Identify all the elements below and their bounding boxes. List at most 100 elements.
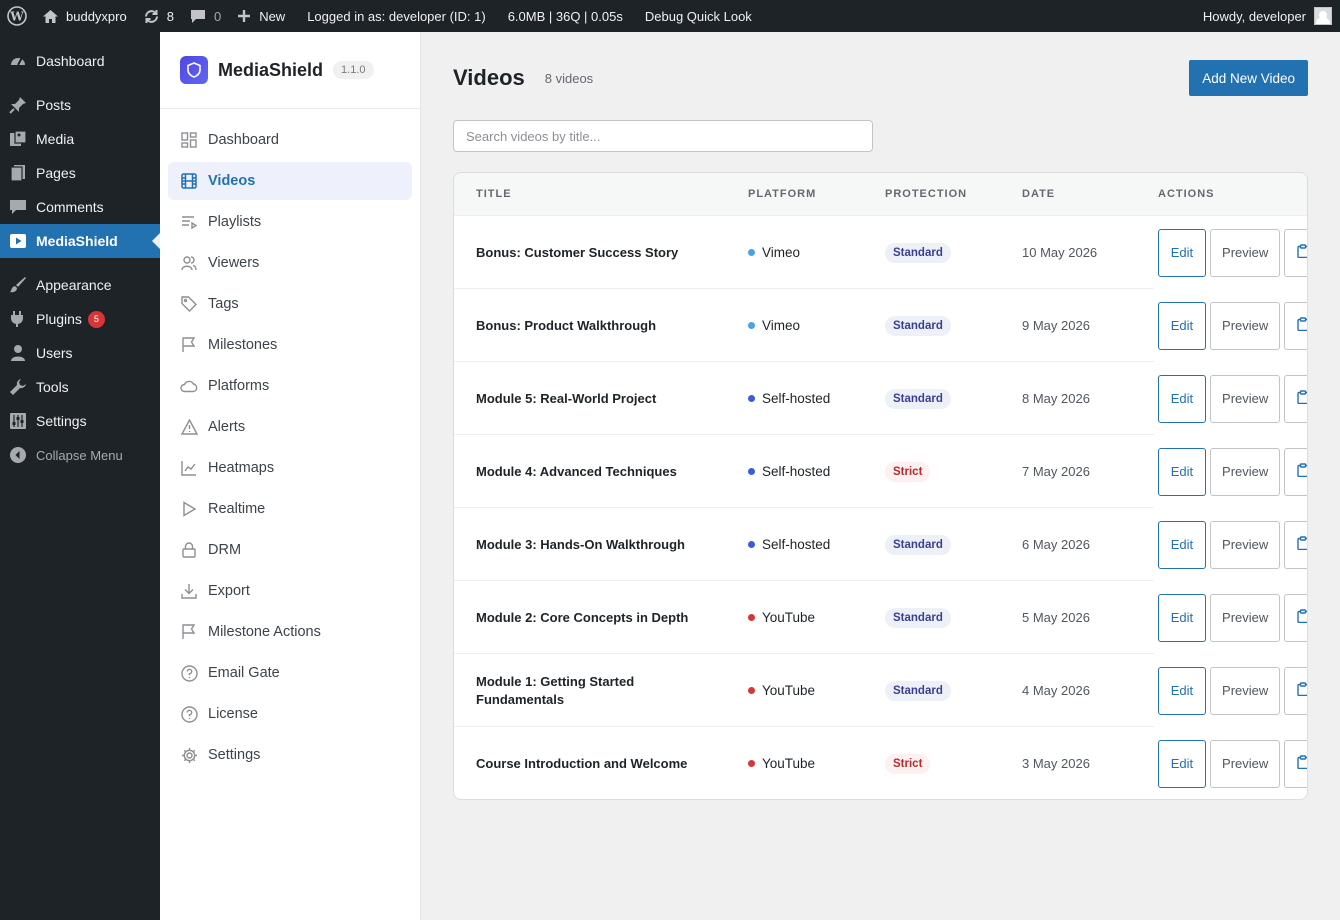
preview-button[interactable]: Preview bbox=[1209, 374, 1281, 423]
debug-quick-look[interactable]: Debug Quick Look bbox=[637, 0, 760, 32]
menu-item-plugins[interactable]: Plugins 5 bbox=[0, 302, 160, 336]
menu-item-media[interactable]: Media bbox=[0, 122, 160, 156]
protection-badge: Standard bbox=[885, 534, 951, 555]
video-title[interactable]: Course Introduction and Welcome bbox=[476, 727, 716, 799]
preview-button[interactable]: Preview bbox=[1209, 666, 1281, 715]
home-icon bbox=[42, 9, 59, 24]
preview-button[interactable]: Preview bbox=[1209, 593, 1281, 642]
search-input[interactable] bbox=[453, 120, 873, 152]
plugin-nav-settings[interactable]: Settings bbox=[168, 736, 412, 774]
menu-item-label: Media bbox=[36, 131, 75, 147]
logged-in-info[interactable]: Logged in as: developer (ID: 1) bbox=[299, 0, 494, 32]
video-title[interactable]: Module 2: Core Concepts in Depth bbox=[476, 581, 716, 654]
plugin-nav-milestone-actions[interactable]: Milestone Actions bbox=[168, 613, 412, 651]
platform-dot bbox=[748, 760, 755, 767]
edit-button[interactable]: Edit bbox=[1158, 666, 1206, 715]
platform-label: YouTube bbox=[762, 683, 816, 698]
plugin-nav-email-gate[interactable]: Email Gate bbox=[168, 654, 412, 692]
site-name-link[interactable]: buddyxpro bbox=[34, 0, 135, 32]
help-icon bbox=[180, 705, 198, 723]
menu-item-posts[interactable]: Posts bbox=[0, 88, 160, 122]
edit-button[interactable]: Edit bbox=[1158, 739, 1206, 788]
row-actions: Edit Preview bbox=[1154, 216, 1307, 289]
preview-button[interactable]: Preview bbox=[1209, 301, 1281, 350]
video-title[interactable]: Module 1: Getting Started Fundamentals bbox=[476, 654, 716, 727]
video-title[interactable]: Bonus: Product Walkthrough bbox=[476, 289, 716, 362]
plugin-nav-realtime[interactable]: Realtime bbox=[168, 490, 412, 528]
preview-button[interactable]: Preview bbox=[1209, 228, 1281, 277]
platform-label: Vimeo bbox=[762, 318, 801, 333]
video-platform: Vimeo bbox=[748, 289, 800, 362]
plugin-header: MediaShield 1.1.0 bbox=[160, 32, 420, 109]
edit-button[interactable]: Edit bbox=[1158, 374, 1206, 423]
row-actions: Edit Preview bbox=[1154, 581, 1307, 654]
copy-shortcode-button[interactable] bbox=[1284, 374, 1307, 423]
menu-item-users[interactable]: Users bbox=[0, 336, 160, 370]
playlist-icon bbox=[180, 213, 198, 231]
menu-item-mediashield[interactable]: MediaShield bbox=[0, 224, 160, 258]
copy-shortcode-button[interactable] bbox=[1284, 666, 1307, 715]
copy-shortcode-button[interactable] bbox=[1284, 447, 1307, 496]
video-title[interactable]: Bonus: Customer Success Story bbox=[476, 216, 716, 289]
edit-button[interactable]: Edit bbox=[1158, 520, 1206, 569]
wordpress-logo-icon[interactable]: W bbox=[0, 0, 34, 32]
plugin-nav-milestones[interactable]: Milestones bbox=[168, 326, 412, 364]
preview-button[interactable]: Preview bbox=[1209, 520, 1281, 569]
plugin-nav-heatmaps[interactable]: Heatmaps bbox=[168, 449, 412, 487]
plugin-nav-export[interactable]: Export bbox=[168, 572, 412, 610]
copy-shortcode-button[interactable] bbox=[1284, 301, 1307, 350]
menu-item-tools[interactable]: Tools bbox=[0, 370, 160, 404]
copy-shortcode-button[interactable] bbox=[1284, 593, 1307, 642]
gear-icon bbox=[180, 746, 198, 764]
menu-item-appearance[interactable]: Appearance bbox=[0, 268, 160, 302]
query-stats[interactable]: 6.0MB | 36Q | 0.05s bbox=[500, 0, 631, 32]
add-new-video-button[interactable]: Add New Video bbox=[1189, 60, 1308, 96]
new-content-link[interactable]: New bbox=[229, 0, 293, 32]
plugin-nav-platforms[interactable]: Platforms bbox=[168, 367, 412, 405]
menu-item-settings[interactable]: Settings bbox=[0, 404, 160, 438]
plus-icon bbox=[237, 9, 251, 23]
copy-shortcode-button[interactable] bbox=[1284, 228, 1307, 277]
comments-link[interactable]: 0 bbox=[182, 0, 229, 32]
my-account-link[interactable]: Howdy, developer bbox=[1195, 0, 1340, 32]
menu-item-comments[interactable]: Comments bbox=[0, 190, 160, 224]
row-actions: Edit Preview bbox=[1154, 654, 1307, 727]
plugin-nav-playlists[interactable]: Playlists bbox=[168, 203, 412, 241]
copy-shortcode-button[interactable] bbox=[1284, 520, 1307, 569]
menu-item-pages[interactable]: Pages bbox=[0, 156, 160, 190]
copy-shortcode-button[interactable] bbox=[1284, 739, 1307, 788]
column-header-title[interactable]: TITLE bbox=[476, 188, 512, 200]
edit-button[interactable]: Edit bbox=[1158, 447, 1206, 496]
plugin-nav-license[interactable]: License bbox=[168, 695, 412, 733]
menu-item-dashboard[interactable]: Dashboard bbox=[0, 44, 160, 78]
collapse-menu-button[interactable]: Collapse Menu bbox=[0, 438, 160, 472]
video-title[interactable]: Module 5: Real-World Project bbox=[476, 362, 716, 435]
column-header-platform[interactable]: PLATFORM bbox=[748, 188, 816, 200]
plugin-nav-drm[interactable]: DRM bbox=[168, 531, 412, 569]
column-header-date[interactable]: DATE bbox=[1022, 188, 1055, 200]
plugin-nav-dashboard[interactable]: Dashboard bbox=[168, 121, 412, 159]
preview-button[interactable]: Preview bbox=[1209, 739, 1281, 788]
edit-button[interactable]: Edit bbox=[1158, 593, 1206, 642]
collapse-icon bbox=[8, 445, 28, 465]
plugin-nav-label: Milestone Actions bbox=[208, 624, 321, 640]
plugin-nav-viewers[interactable]: Viewers bbox=[168, 244, 412, 282]
plugin-nav-label: License bbox=[208, 706, 258, 722]
edit-button[interactable]: Edit bbox=[1158, 301, 1206, 350]
video-title[interactable]: Module 4: Advanced Techniques bbox=[476, 435, 716, 508]
preview-button[interactable]: Preview bbox=[1209, 447, 1281, 496]
row-actions: Edit Preview bbox=[1154, 289, 1307, 362]
video-date: 6 May 2026 bbox=[1022, 537, 1090, 552]
plugin-nav-tags[interactable]: Tags bbox=[168, 285, 412, 323]
updates-link[interactable]: 8 bbox=[135, 0, 182, 32]
video-protection: Standard bbox=[885, 508, 951, 581]
download-icon bbox=[180, 582, 198, 600]
media-icon bbox=[8, 129, 28, 149]
plugin-nav-videos[interactable]: Videos bbox=[168, 162, 412, 200]
video-title[interactable]: Module 3: Hands-On Walkthrough bbox=[476, 508, 716, 581]
plugin-nav-alerts[interactable]: Alerts bbox=[168, 408, 412, 446]
video-platform: YouTube bbox=[748, 581, 815, 654]
column-header-protection[interactable]: PROTECTION bbox=[885, 188, 967, 200]
video-date: 8 May 2026 bbox=[1022, 391, 1090, 406]
edit-button[interactable]: Edit bbox=[1158, 228, 1206, 277]
